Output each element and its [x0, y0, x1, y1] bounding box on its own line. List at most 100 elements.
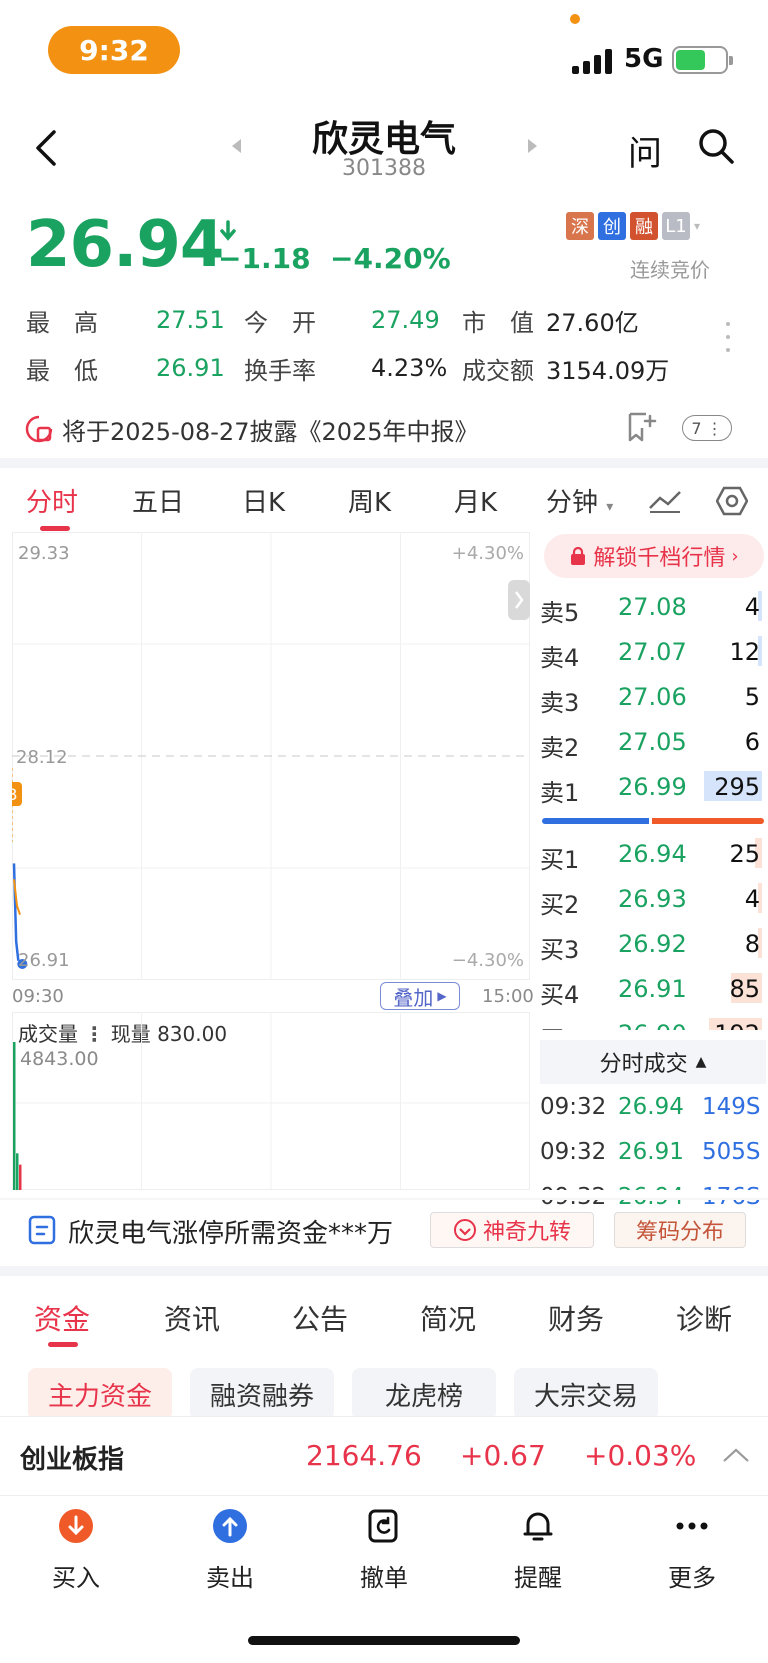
- axis-label: +4.30%: [452, 543, 524, 564]
- market-badge: 创: [598, 212, 626, 240]
- report-notice[interactable]: 将于2025-08-27披露《2025年中报》: [62, 412, 479, 447]
- ask-button[interactable]: 问: [628, 126, 662, 175]
- next-stock-icon[interactable]: [528, 139, 537, 153]
- axis-label: 28.12: [16, 747, 68, 768]
- stat-label: 最 高: [26, 308, 98, 337]
- stat-row: 最 低 26.91 换手率 4.23% 成交额 3154.09万: [26, 344, 706, 392]
- market-badge: 融: [630, 212, 658, 240]
- cancel-order-label: 撤单: [360, 1564, 408, 1592]
- level-volume: 6: [744, 728, 760, 756]
- quote-stats: 最 高 27.51 今 开 27.49 市 值 27.60亿最 低 26.91 换手率 4.23…: [26, 296, 706, 392]
- tick-row: 09:32 26.91 505S: [540, 1139, 766, 1183]
- check-circle-icon: [453, 1219, 476, 1241]
- ask-row[interactable]: 卖1 26.99 295: [540, 765, 762, 810]
- tab-daily-k[interactable]: 日K: [242, 482, 285, 519]
- tab-monthly-k[interactable]: 月K: [454, 482, 497, 519]
- tab-underline: [40, 526, 70, 531]
- index-value: 2164.76: [306, 1439, 422, 1472]
- buy-icon: [59, 1509, 93, 1543]
- chip-distribution-button[interactable]: 筹码分布: [614, 1212, 746, 1248]
- overlay-button[interactable]: 叠加 ▶: [380, 982, 460, 1010]
- cancel-order-button[interactable]: 撤单: [334, 1508, 434, 1593]
- privacy-indicator: [570, 14, 580, 24]
- level-label: 买3: [540, 936, 580, 964]
- level-label: 买4: [540, 981, 580, 1009]
- tab-five-day[interactable]: 五日: [132, 482, 184, 519]
- subtab-margin[interactable]: 融资融券: [190, 1368, 334, 1420]
- bid-row[interactable]: 买2 26.93 4: [540, 877, 762, 922]
- alert-button[interactable]: 提醒: [488, 1508, 588, 1593]
- ticks-header[interactable]: 分时成交 ▲: [540, 1040, 766, 1084]
- sell-button[interactable]: 卖出: [180, 1508, 280, 1593]
- index-change: +0.67: [460, 1439, 546, 1472]
- tab-news[interactable]: 资讯: [164, 1298, 220, 1338]
- network-type: 5G: [624, 44, 664, 74]
- tab-intraday[interactable]: 分时: [26, 482, 78, 519]
- ask-row[interactable]: 卖3 27.06 5: [540, 675, 762, 720]
- ask-row[interactable]: 卖4 27.07 12: [540, 630, 762, 675]
- market-badge: L1: [662, 212, 690, 240]
- add-note-icon[interactable]: [624, 410, 658, 444]
- index-bar[interactable]: 创业板指 2164.76 +0.67 +0.03%: [0, 1416, 768, 1496]
- market-badge: 深: [566, 212, 594, 240]
- subtab-dragon-tiger[interactable]: 龙虎榜: [352, 1368, 496, 1420]
- more-label: 更多: [668, 1564, 716, 1592]
- tick-vol: 505S: [702, 1139, 761, 1165]
- sell-label: 卖出: [206, 1564, 254, 1592]
- badge-dropdown-icon[interactable]: ▾: [694, 212, 706, 240]
- notice-count[interactable]: 7 ⋮: [682, 415, 732, 441]
- divider: [0, 1266, 768, 1276]
- level-volume: 12: [729, 638, 760, 666]
- search-icon[interactable]: [696, 126, 736, 166]
- home-indicator[interactable]: [248, 1636, 520, 1645]
- divider: [0, 458, 768, 468]
- stat-value: 3154.09万: [546, 356, 670, 385]
- intraday-chart[interactable]: B 29.33 28.12 26.91 +4.30% −4.30%: [12, 532, 530, 982]
- sell-icon: [213, 1509, 247, 1543]
- bell-icon: [523, 1512, 553, 1541]
- level-volume: 295: [714, 773, 760, 801]
- more-button[interactable]: 更多: [642, 1508, 742, 1593]
- chevron-up-icon[interactable]: [722, 1447, 750, 1463]
- level-price: 26.93: [618, 885, 687, 913]
- tab-financials[interactable]: 财务: [548, 1298, 604, 1338]
- bid-row[interactable]: 买3 26.92 8: [540, 922, 762, 967]
- stat-label: 市 值: [462, 308, 534, 337]
- bid-row[interactable]: 买4 26.91 85: [540, 967, 762, 1012]
- tab-announcements[interactable]: 公告: [292, 1298, 348, 1338]
- stat-label: 换手率: [244, 356, 316, 385]
- axis-label: −4.30%: [452, 950, 524, 971]
- magic-nine-button[interactable]: 神奇九转: [430, 1212, 594, 1248]
- buy-button[interactable]: 买入: [26, 1508, 126, 1593]
- axis-label: 26.91: [18, 950, 70, 971]
- tab-funds[interactable]: 资金: [34, 1298, 90, 1338]
- bid-row[interactable]: 买1 26.94 25: [540, 832, 762, 877]
- stat-label: 最 低: [26, 356, 98, 385]
- time-start: 09:30: [12, 986, 64, 1007]
- tab-profile[interactable]: 简况: [420, 1298, 476, 1338]
- current-price: 26.94: [26, 208, 224, 282]
- limit-up-funds[interactable]: 欣灵电气涨停所需资金***万: [68, 1213, 393, 1250]
- level-volume: 5: [744, 683, 760, 711]
- tab-weekly-k[interactable]: 周K: [348, 482, 391, 519]
- subtab-block-trade[interactable]: 大宗交易: [514, 1368, 658, 1420]
- tab-diagnosis[interactable]: 诊断: [676, 1298, 732, 1338]
- level-volume: 8: [744, 930, 760, 958]
- subtab-main-funds[interactable]: 主力资金: [28, 1368, 172, 1420]
- settings-icon[interactable]: [716, 486, 748, 516]
- buy-marker-label: B: [12, 785, 17, 804]
- stat-value: 27.49: [371, 306, 440, 334]
- more-stats-icon[interactable]: [726, 322, 730, 352]
- level-label: 买1: [540, 846, 580, 874]
- tab-minute[interactable]: 分钟 ▾: [546, 482, 613, 519]
- level-label: 卖5: [540, 599, 580, 627]
- indicator-icon[interactable]: [648, 488, 682, 514]
- cancel-order-icon: [368, 1509, 398, 1543]
- ask-row[interactable]: 卖2 27.05 6: [540, 720, 762, 765]
- stat-value: 26.91: [156, 354, 225, 382]
- tick-vol: 149S: [702, 1094, 761, 1120]
- unlock-depth-button[interactable]: 解锁千档行情 ›: [544, 534, 764, 578]
- collapse-handle[interactable]: [508, 580, 530, 620]
- more-icon: [676, 1522, 708, 1530]
- ask-row[interactable]: 卖5 27.08 4: [540, 585, 762, 630]
